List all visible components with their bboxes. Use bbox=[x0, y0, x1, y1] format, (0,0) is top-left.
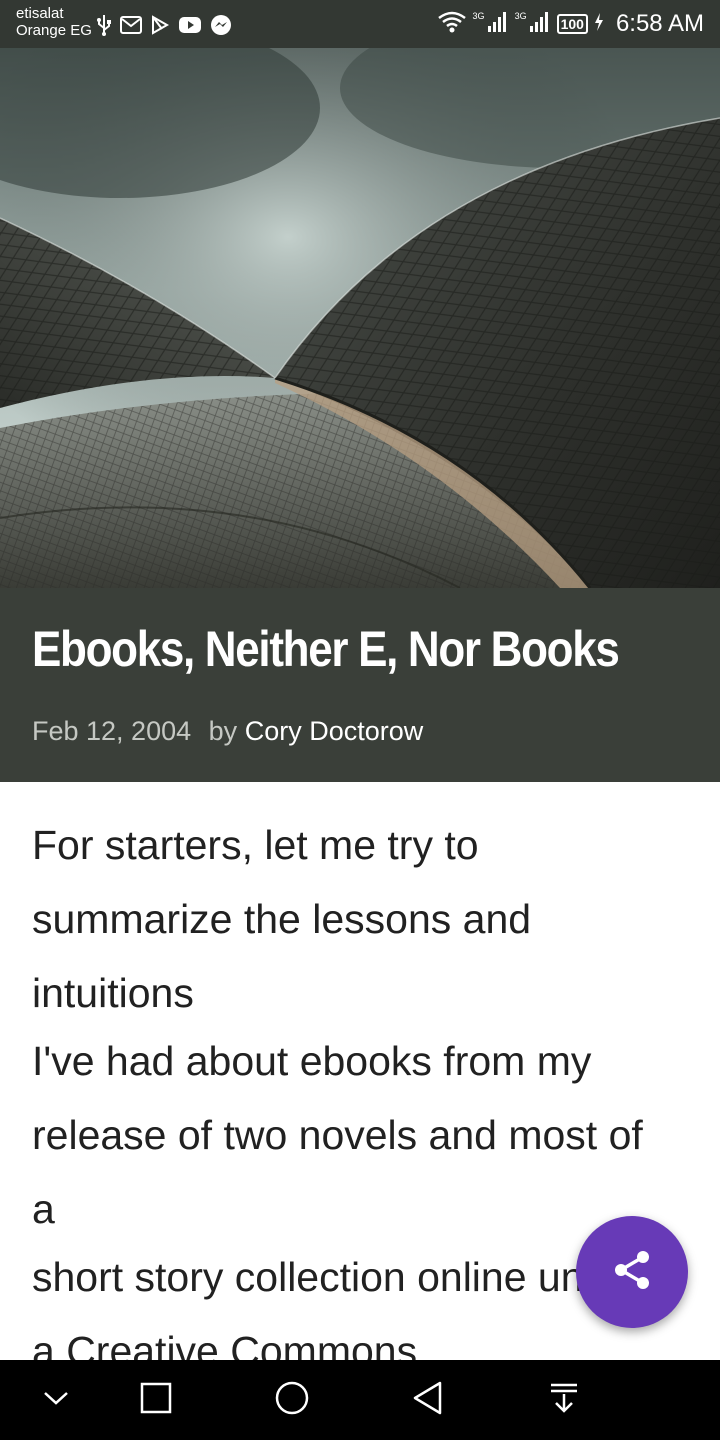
wifi-icon bbox=[437, 11, 467, 38]
post-hero-image bbox=[0, 48, 720, 588]
carrier-secondary: Orange EG bbox=[16, 22, 92, 39]
recents-button[interactable] bbox=[132, 1376, 180, 1424]
post-meta: Feb 12, 2004 by Cory Doctorow bbox=[32, 716, 423, 747]
youtube-icon bbox=[178, 16, 202, 34]
post-by-label: by bbox=[208, 716, 238, 746]
article-paragraph: For starters, let me try to summarize th… bbox=[32, 822, 532, 1016]
post-title: Ebooks, Neither E, Nor Books bbox=[32, 621, 620, 677]
messenger-icon bbox=[210, 14, 232, 36]
battery-indicator: 100 bbox=[556, 14, 588, 34]
share-icon bbox=[610, 1248, 654, 1297]
post-header: Ebooks, Neither E, Nor Books Feb 12, 200… bbox=[0, 588, 720, 782]
recents-icon bbox=[140, 1382, 172, 1419]
play-store-icon bbox=[150, 15, 170, 35]
signal-icon-1 bbox=[487, 11, 509, 38]
status-bar: etisalat Orange EG 3G 3G 100 6:58 AM bbox=[0, 0, 720, 48]
post-author[interactable]: Cory Doctorow bbox=[245, 716, 424, 746]
system-nav-bar bbox=[0, 1360, 720, 1440]
notifications-pull-icon bbox=[549, 1382, 579, 1419]
carrier-name: etisalat bbox=[16, 5, 64, 22]
hide-nav-button[interactable] bbox=[32, 1376, 80, 1424]
home-icon bbox=[274, 1380, 310, 1421]
notification-icons bbox=[96, 14, 232, 36]
gmail-icon bbox=[120, 16, 142, 34]
hide-icon bbox=[42, 1388, 70, 1413]
article-paragraph: I've had about ebooks from my release of… bbox=[32, 1038, 643, 1232]
share-button[interactable] bbox=[576, 1216, 688, 1328]
system-icons: 3G 3G 100 6:58 AM bbox=[437, 10, 704, 38]
charging-icon bbox=[594, 12, 604, 36]
home-button[interactable] bbox=[268, 1376, 316, 1424]
signal-icon-2 bbox=[529, 11, 551, 38]
back-button[interactable] bbox=[404, 1376, 452, 1424]
network-type-1: 3G bbox=[472, 11, 485, 21]
opera-house-roof-image bbox=[0, 48, 720, 588]
post-date: Feb 12, 2004 bbox=[32, 716, 192, 746]
clock: 6:58 AM bbox=[615, 10, 704, 37]
usb-icon bbox=[96, 14, 112, 36]
notifications-pull-button[interactable] bbox=[540, 1376, 588, 1424]
article-body: For starters, let me try to summarize th… bbox=[32, 808, 672, 1382]
carrier-info: etisalat Orange EG bbox=[16, 5, 92, 39]
network-type-2: 3G bbox=[514, 11, 527, 21]
back-icon bbox=[412, 1381, 444, 1420]
